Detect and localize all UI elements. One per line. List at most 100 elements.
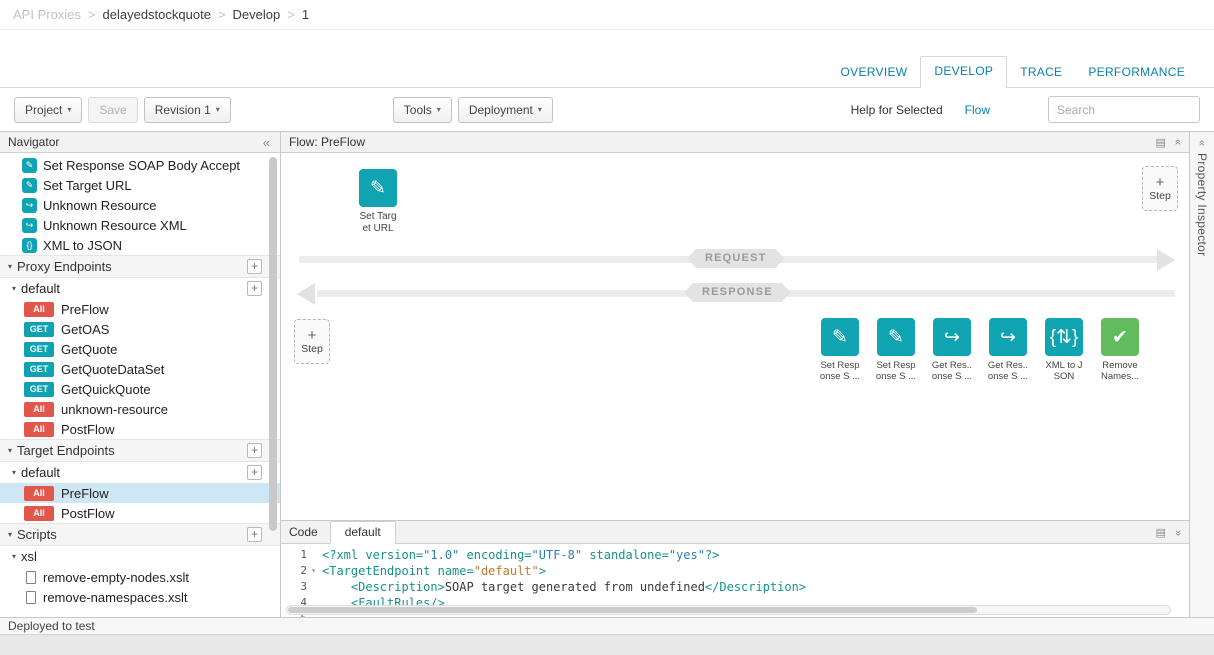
expand-panel-icon[interactable]: »	[1172, 529, 1184, 535]
callout-icon: ↪	[933, 318, 971, 356]
step-label: XML to J SON	[1045, 360, 1082, 382]
flow-step-get-res-onse-s[interactable]: ↪Get Res.. onse S ...	[983, 318, 1033, 382]
navigator-header: Navigator «	[0, 132, 280, 153]
main-area: Navigator « ✎Set Response SOAP Body Acce…	[0, 131, 1214, 617]
pencil-icon: ✎	[359, 169, 397, 207]
breadcrumb-develop[interactable]: Develop	[233, 7, 281, 22]
flow-header-icons: ▤ »	[1155, 136, 1181, 149]
navigator-item-getquotedataset[interactable]: GETGetQuoteDataSet	[0, 359, 280, 379]
layout-toggle-icon[interactable]: ▤	[1155, 136, 1165, 149]
navigator-item-unknown-resource[interactable]: Allunknown-resource	[0, 399, 280, 419]
add-icon[interactable]: +	[247, 465, 262, 480]
navigator-group-default[interactable]: ▾default+	[0, 278, 280, 299]
navigator-item-postflow[interactable]: AllPostFlow	[0, 419, 280, 439]
save-label: Save	[99, 103, 126, 117]
cloud-check-icon: ✔	[1101, 318, 1139, 356]
method-badge: All	[24, 302, 54, 317]
flow-canvas[interactable]: ✎Set Targ et URL + Step REQUEST RESPONSE…	[281, 153, 1189, 520]
breadcrumb-api-proxies[interactable]: API Proxies	[13, 7, 81, 22]
revision-menu-label: Revision 1	[155, 103, 211, 117]
line-number: 3	[281, 579, 307, 595]
flow-step-xml-to-j-son[interactable]: {⇅}XML to J SON	[1039, 318, 1089, 382]
breadcrumb-proxy-name[interactable]: delayedstockquote	[103, 7, 211, 22]
revision-menu-button[interactable]: Revision 1 ▾	[144, 97, 231, 123]
code-token: ?>	[705, 548, 719, 562]
code-editor[interactable]: 1<?xml version="1.0" encoding="UTF-8" st…	[281, 544, 1189, 617]
breadcrumb-revision: 1	[302, 7, 309, 22]
flow-step-remove-names[interactable]: ✔Remove Names...	[1095, 318, 1145, 382]
navigator-scrollbar-thumb[interactable]	[269, 157, 277, 531]
tab-overview[interactable]: OVERVIEW	[828, 58, 921, 88]
navigator-policy-unknown-resource-xml[interactable]: ↪Unknown Resource XML	[0, 215, 280, 235]
project-menu-button[interactable]: Project ▾	[14, 97, 82, 123]
navigator-group-xsl[interactable]: ▾xsl	[0, 546, 280, 567]
flow-header: Flow: PreFlow ▤ »	[281, 132, 1189, 153]
navigator-panel: Navigator « ✎Set Response SOAP Body Acce…	[0, 132, 281, 617]
method-badge: GET	[24, 362, 54, 377]
flow-step-get-res-onse-s[interactable]: ↪ Get Res.. onse S ...	[927, 318, 977, 382]
navigator-item-remove-namespaces-xslt[interactable]: remove-namespaces.xslt	[0, 587, 280, 607]
code-line-2: 2▾<TargetEndpoint name="default">	[281, 563, 1189, 579]
flow-step-set-targ-et-url[interactable]: ✎Set Targ et URL	[351, 169, 405, 235]
navigator-section-target-endpoints[interactable]: ▾Target Endpoints+	[0, 439, 280, 462]
policy-label: Set Response SOAP Body Accept	[43, 158, 240, 173]
navigator-policy-set-target-url[interactable]: ✎Set Target URL	[0, 175, 280, 195]
policy-label: Set Target URL	[43, 178, 132, 193]
add-icon[interactable]: +	[247, 259, 262, 274]
navigator-policy-xml-to-json[interactable]: {}XML to JSON	[0, 235, 280, 255]
fold-toggle-icon[interactable]: ▾	[307, 563, 320, 579]
add-step-button-response[interactable]: + Step	[294, 319, 330, 364]
code-tab-default[interactable]: default	[330, 521, 396, 544]
navigator-group-default[interactable]: ▾default+	[0, 462, 280, 483]
flow-step-set-resp-onse-s[interactable]: ✎Set Resp onse S ...	[815, 318, 865, 382]
navigator-policy-set-response-soap-body-accept[interactable]: ✎Set Response SOAP Body Accept	[0, 155, 280, 175]
open-property-inspector-icon[interactable]: »	[1196, 140, 1208, 146]
add-icon[interactable]: +	[247, 527, 262, 542]
navigator-item-getoas[interactable]: GETGetOAS	[0, 319, 280, 339]
navigator-item-preflow[interactable]: AllPreFlow	[0, 483, 280, 503]
navigator-item-remove-empty-nodes-xslt[interactable]: remove-empty-nodes.xslt	[0, 567, 280, 587]
response-steps: ✎Set Resp onse S ...✎Set Resp onse S ...…	[815, 318, 1145, 382]
flow-step-set-resp-onse-s[interactable]: ✎Set Resp onse S ...	[871, 318, 921, 382]
code-token: <TargetEndpoint name=	[322, 564, 474, 578]
add-icon[interactable]: +	[247, 281, 262, 296]
property-inspector-strip[interactable]: » Property Inspector	[1189, 132, 1214, 617]
navigator-policy-unknown-resource[interactable]: ↪Unknown Resource	[0, 195, 280, 215]
request-arrow-icon	[1157, 249, 1175, 271]
navigator-item-getquote[interactable]: GETGetQuote	[0, 339, 280, 359]
code-scrollbar-thumb[interactable]	[288, 607, 977, 613]
add-icon[interactable]: +	[247, 443, 262, 458]
code-horizontal-scrollbar[interactable]	[286, 605, 1171, 615]
tab-trace[interactable]: TRACE	[1007, 58, 1075, 88]
method-badge: All	[24, 402, 54, 417]
tools-menu-label: Tools	[404, 103, 432, 117]
tools-menu-button[interactable]: Tools ▾	[393, 97, 452, 123]
deployment-menu-button[interactable]: Deployment ▾	[458, 97, 553, 123]
expand-panel-icon[interactable]: »	[1172, 139, 1184, 145]
navigator-scrollbar[interactable]	[269, 157, 277, 607]
fold-spacer	[307, 547, 320, 563]
navigator-section-scripts[interactable]: ▾Scripts+	[0, 523, 280, 546]
collapse-navigator-icon[interactable]: «	[263, 135, 272, 150]
navigator-title: Navigator	[8, 135, 59, 149]
code-panel: Code default ▤ » 1<?xml version="1.0" en…	[281, 520, 1189, 617]
navigator-item-getquickquote[interactable]: GETGetQuickQuote	[0, 379, 280, 399]
tab-develop[interactable]: DEVELOP	[920, 56, 1007, 88]
step-label: Get Res.. onse S ...	[932, 360, 972, 382]
property-inspector-label: Property Inspector	[1195, 153, 1209, 256]
project-menu-label: Project	[25, 103, 62, 117]
navigator-item-preflow[interactable]: AllPreFlow	[0, 299, 280, 319]
section-label: Proxy Endpoints	[17, 259, 112, 274]
selected-flow-link[interactable]: Flow	[965, 103, 990, 117]
code-token	[322, 580, 351, 594]
group-label: xsl	[21, 549, 37, 564]
search-input[interactable]	[1048, 96, 1200, 123]
add-step-label: Step	[1149, 190, 1171, 202]
navigator-section-proxy-endpoints[interactable]: ▾Proxy Endpoints+	[0, 255, 280, 278]
tab-performance[interactable]: PERFORMANCE	[1075, 58, 1198, 88]
layout-toggle-icon[interactable]: ▤	[1155, 526, 1165, 539]
save-button[interactable]: Save	[88, 97, 137, 123]
chevron-down-icon: ▾	[216, 105, 220, 114]
navigator-item-postflow[interactable]: AllPostFlow	[0, 503, 280, 523]
add-step-button-request[interactable]: + Step	[1142, 166, 1178, 211]
